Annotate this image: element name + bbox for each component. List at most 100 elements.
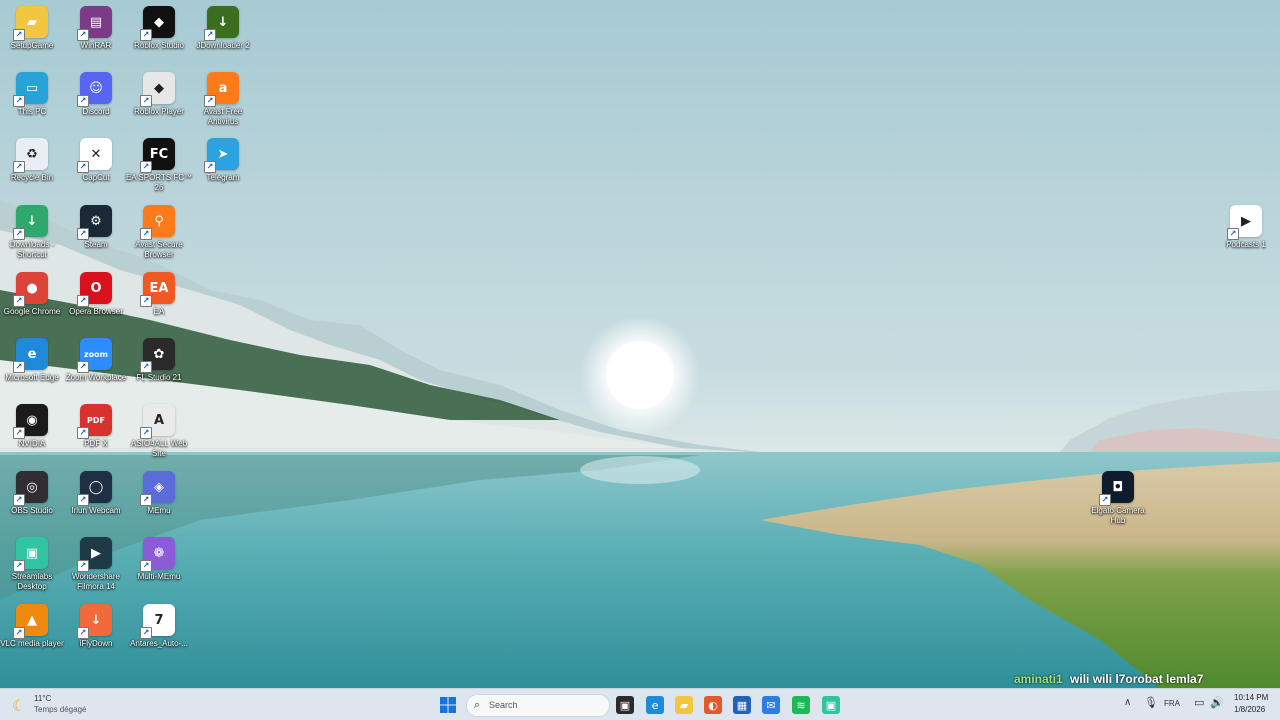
taskbar-glyph: ▣: [825, 698, 837, 712]
desktop-icon-label: JDownloader 2: [196, 41, 250, 50]
desktop-icon-label: Zoom Workplace: [65, 373, 127, 382]
desktop-icon-antares[interactable]: 7 ↗ Antares_Auto-...: [127, 604, 191, 649]
chevron-up-icon[interactable]: ∧: [1124, 697, 1131, 708]
desktop-icon-label: FL Studio 21: [136, 373, 182, 382]
shortcut-arrow-icon: ↗: [13, 560, 25, 572]
desktop-icon-discord[interactable]: ☺ ↗ Discord: [64, 72, 128, 117]
desktop-icon-asio[interactable]: A ↗ ASIO4ALL Web Site: [127, 404, 191, 459]
desktop-icon-label: VLC media player: [0, 639, 64, 648]
steam-icon: ⚙ ↗: [77, 205, 112, 240]
icon-glyph: zoom: [84, 349, 108, 359]
desktop-icon-pdf[interactable]: PDF ↗ PDF X: [64, 404, 128, 449]
clock-time[interactable]: 10:14 PM: [1234, 693, 1268, 702]
icon-glyph: ▣: [25, 545, 39, 561]
edge-taskbar-icon[interactable]: e: [646, 696, 664, 714]
desktop-icon-telegram[interactable]: ➤ ↗ Telegram: [191, 138, 255, 183]
asio-icon: A ↗: [140, 404, 175, 439]
desktop-icon-avast-browser[interactable]: ⚲ ↗ Avast Secure Browser: [127, 205, 191, 260]
display-icon[interactable]: ▭: [1194, 696, 1204, 709]
icon-glyph: ◆: [154, 14, 164, 30]
desktop-icon-memu[interactable]: ◈ ↗ MEmu: [127, 471, 191, 516]
desktop-icon-fc26[interactable]: FC ↗ EA SPORTS FC™ 26: [126, 138, 192, 193]
desktop-icon-filmora[interactable]: ▶ ↗ Wondershare Filmora 14: [64, 537, 128, 592]
search-box[interactable]: ⌕ Search: [466, 694, 610, 717]
shortcut-arrow-icon: ↗: [13, 29, 25, 41]
podcasts-icon: ▶ ↗: [1227, 205, 1262, 240]
outlook-icon[interactable]: ✉: [762, 696, 780, 714]
shortcut-arrow-icon: ↗: [77, 161, 89, 173]
desktop-icon-zoom[interactable]: zoom ↗ Zoom Workplace: [64, 338, 128, 383]
weather-temperature: 11°C: [34, 694, 52, 703]
multi-memu-icon: ❁ ↗: [140, 537, 175, 572]
desktop-icon-recycle-bin[interactable]: ♻ ↗ Recycle Bin: [0, 138, 64, 183]
file-explorer-icon[interactable]: ▰: [675, 696, 693, 714]
shortcut-arrow-icon: ↗: [1227, 228, 1239, 240]
desktop-icon-downloads-folder[interactable]: ↓ ↗ Downloads - Shortcut: [0, 205, 64, 260]
desktop-icon-label: Multi-MEmu: [137, 572, 181, 581]
shortcut-arrow-icon: ↗: [140, 627, 152, 639]
shortcut-arrow-icon: ↗: [77, 627, 89, 639]
desktop-icon-label: Discord: [82, 107, 110, 116]
store-icon[interactable]: ▦: [733, 696, 751, 714]
start-button[interactable]: [439, 696, 457, 714]
shortcut-arrow-icon: ↗: [13, 95, 25, 107]
taskbar-glyph: ▦: [736, 698, 748, 712]
capcut-icon: ✕ ↗: [77, 138, 112, 173]
icon-glyph: ●: [26, 280, 38, 296]
webcam-icon: ◯ ↗: [77, 471, 112, 506]
weather-widget[interactable]: ☾ 11°C Temps dégagé: [10, 693, 120, 717]
language-indicator[interactable]: FRA: [1164, 699, 1180, 708]
desktop-icon-steam[interactable]: ⚙ ↗ Steam: [64, 205, 128, 250]
desktop-icon-elgato-camera[interactable]: ◘ ↗ Elgato Camera Hub: [1086, 471, 1150, 526]
desktop-icon-folder-user[interactable]: ▰ ↗ SetupGame: [0, 6, 64, 51]
desktop-icon-label: Podcasts 1: [1226, 240, 1266, 249]
shortcut-arrow-icon: ↗: [77, 494, 89, 506]
desktop-icon-vlc[interactable]: ▲ ↗ VLC media player: [0, 604, 64, 649]
desktop-icon-podcasts[interactable]: ▶ ↗ Podcasts 1: [1214, 205, 1278, 250]
desktop-icon-opera[interactable]: O ↗ Opera Browser: [64, 272, 128, 317]
fc26-icon: FC ↗: [140, 138, 175, 173]
volume-icon[interactable]: 🔊: [1210, 696, 1224, 709]
taskbar-glyph: ✉: [766, 698, 776, 712]
desktop-icon-webcam[interactable]: ◯ ↗ Iriun Webcam: [64, 471, 128, 516]
desktop-icon-label: Avast Free Antivirus: [203, 107, 243, 126]
icon-glyph: A: [153, 412, 165, 428]
desktop-icon-nvidia[interactable]: ◉ ↗ NVIDIA: [0, 404, 64, 449]
desktop-icon-ea[interactable]: EA ↗ EA: [127, 272, 191, 317]
downloads-folder-icon: ↓ ↗: [13, 205, 48, 240]
desktop-icon-fl-studio[interactable]: ✿ ↗ FL Studio 21: [127, 338, 191, 383]
shortcut-arrow-icon: ↗: [77, 95, 89, 107]
taskbar-glyph: ▣: [619, 698, 631, 712]
desktop-icon-edge[interactable]: e ↗ Microsoft Edge: [0, 338, 64, 383]
icon-glyph: EA: [149, 280, 169, 296]
desktop-icon-obs[interactable]: ◎ ↗ OBS Studio: [0, 471, 64, 516]
taskbar-glyph: ▰: [679, 698, 689, 712]
desktop-icon-label: WinRAR: [80, 41, 112, 50]
desktop-icon-iflydown[interactable]: ↓ ↗ iFlyDown: [64, 604, 128, 649]
desktop-icon-roblox-player[interactable]: ◆ ↗ Roblox Player: [127, 72, 191, 117]
desktop-icon-chrome[interactable]: ● ↗ Google Chrome: [0, 272, 64, 317]
task-view-icon[interactable]: ▣: [616, 696, 634, 714]
streamlabs-taskbar-icon[interactable]: ▣: [822, 696, 840, 714]
desktop-icon-label: Opera Browser: [69, 307, 123, 316]
shortcut-arrow-icon: ↗: [140, 427, 152, 439]
desktop-icon-roblox-studio[interactable]: ◆ ↗ Roblox Studio: [127, 6, 191, 51]
desktop-icon-computer[interactable]: ▭ ↗ This PC: [0, 72, 64, 117]
shortcut-arrow-icon: ↗: [77, 29, 89, 41]
desktop-icon-streamlabs[interactable]: ▣ ↗ Streamlabs Desktop: [0, 537, 64, 592]
microphone-icon[interactable]: 🎙: [1144, 696, 1158, 709]
icon-glyph: ▲: [27, 612, 37, 628]
desktop-icon-avast-antivirus[interactable]: a ↗ Avast Free Antivirus: [191, 72, 255, 127]
windows-logo-icon: [440, 697, 456, 713]
icon-glyph: ↓: [217, 14, 229, 30]
chat-message: wili wili l7orobat lemla7: [1070, 672, 1204, 686]
search-placeholder: Search: [489, 700, 518, 710]
clock-date[interactable]: 1/8/2026: [1234, 705, 1265, 714]
firefox-icon[interactable]: ◐: [704, 696, 722, 714]
desktop-icon-jdownloader[interactable]: ↓ ↗ JDownloader 2: [191, 6, 255, 51]
desktop-icon-multi-memu[interactable]: ❁ ↗ Multi-MEmu: [127, 537, 191, 582]
desktop-icon-capcut[interactable]: ✕ ↗ CapCut: [64, 138, 128, 183]
icon-glyph: ⚲: [154, 213, 164, 229]
desktop-icon-winrar[interactable]: ▤ ↗ WinRAR: [64, 6, 128, 51]
spotify-icon[interactable]: ≋: [792, 696, 810, 714]
